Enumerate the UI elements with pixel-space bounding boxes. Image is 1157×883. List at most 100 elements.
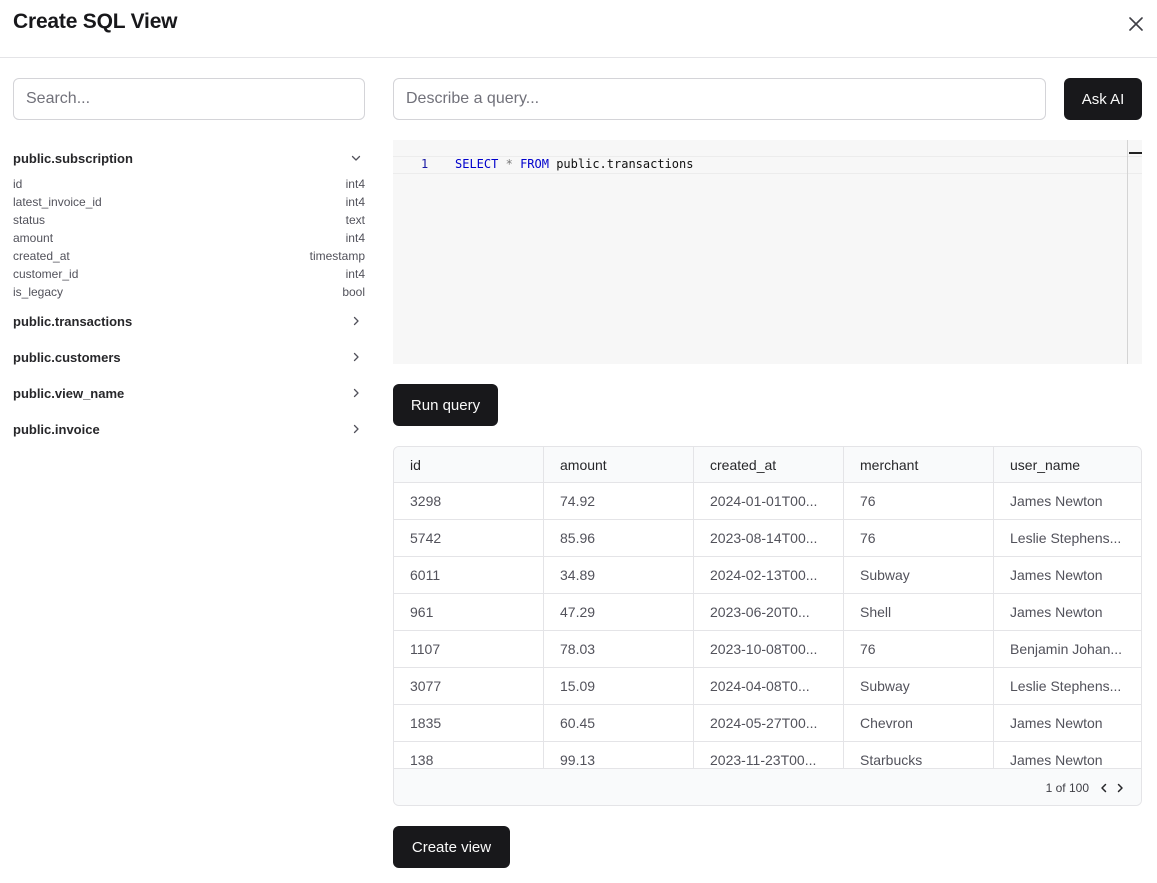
pagination-label: 1 of 100 xyxy=(1045,781,1089,795)
table-cell: Subway xyxy=(844,668,994,704)
schema-column-name: created_at xyxy=(13,249,70,263)
sql-star: * xyxy=(505,157,513,171)
table-cell: 961 xyxy=(394,594,544,630)
dialog-header: Create SQL View xyxy=(0,0,1157,58)
table-row[interactable]: 6011 34.89 2024-02-13T00... Subway James New… xyxy=(394,557,1141,594)
sql-keyword-select: SELECT xyxy=(455,157,499,171)
results-table: id amount created_at merchant user_name 3298 7… xyxy=(393,446,1142,806)
table-cell: 2024-04-08T0... xyxy=(694,668,844,704)
column-header[interactable]: created_at xyxy=(694,447,844,482)
chevron-right-icon xyxy=(349,314,363,328)
column-header[interactable]: merchant xyxy=(844,447,994,482)
sql-editor[interactable]: 1 SELECT * FROM public.transactions xyxy=(393,140,1142,364)
table-row[interactable]: 1107 78.03 2023-10-08T00... 76 Benjamin Joha… xyxy=(394,631,1141,668)
schema-table: public.transactions xyxy=(13,303,365,339)
schema-column-type: bool xyxy=(342,285,365,299)
table-cell: 3298 xyxy=(394,483,544,519)
schema-table-name: public.invoice xyxy=(13,421,100,437)
close-button[interactable] xyxy=(1124,12,1148,36)
table-cell: 60.45 xyxy=(544,705,694,741)
column-header[interactable]: user_name xyxy=(994,447,1141,482)
chevron-right-icon xyxy=(1117,783,1123,793)
results-grid[interactable]: id amount created_at merchant user_name 3298 7… xyxy=(394,447,1141,768)
schema-column: id int4 xyxy=(13,175,365,193)
table-cell: 76 xyxy=(844,631,994,667)
schema-column-type: int4 xyxy=(345,195,365,209)
schema-column-name: amount xyxy=(13,231,54,245)
column-header[interactable]: amount xyxy=(544,447,694,482)
schema-column-name: status xyxy=(13,213,46,227)
line-number: 1 xyxy=(421,157,429,171)
table-cell: 1835 xyxy=(394,705,544,741)
create-view-button[interactable]: Create view xyxy=(393,826,510,868)
table-row[interactable]: 3298 74.92 2024-01-01T00... 76 James Newton xyxy=(394,483,1141,520)
schema-column-name: customer_id xyxy=(13,267,79,281)
ask-ai-button[interactable]: Ask AI xyxy=(1064,78,1142,120)
schema-table: public.view_name xyxy=(13,375,365,411)
table-cell: 99.13 xyxy=(544,742,694,768)
schema-column-type: int4 xyxy=(345,267,365,281)
table-cell: 34.89 xyxy=(544,557,694,593)
schema-column: created_at timestamp xyxy=(13,247,365,265)
table-cell: 2024-02-13T00... xyxy=(694,557,844,593)
table-cell: Starbucks xyxy=(844,742,994,768)
table-cell: 2024-05-27T00... xyxy=(694,705,844,741)
schema-table-name: public.customers xyxy=(13,349,121,365)
sql-keyword-from: FROM xyxy=(520,157,549,171)
describe-query-input[interactable] xyxy=(393,78,1046,120)
editor-scroll-thumb[interactable] xyxy=(1129,152,1142,154)
table-row[interactable]: 3077 15.09 2024-04-08T0... Subway Leslie Ste… xyxy=(394,668,1141,705)
column-header[interactable]: id xyxy=(394,447,544,482)
chevron-down-icon xyxy=(349,151,363,165)
table-cell: 76 xyxy=(844,483,994,519)
table-cell: 2024-01-01T00... xyxy=(694,483,844,519)
schema-column-type: int4 xyxy=(345,231,365,245)
schema-column: status text xyxy=(13,211,365,229)
table-cell: Leslie Stephens... xyxy=(1010,678,1122,694)
table-cell: 2023-11-23T00... xyxy=(694,742,844,768)
table-row[interactable]: 5742 85.96 2023-08-14T00... 76 Leslie Stephe… xyxy=(394,520,1141,557)
schema-column-type: text xyxy=(345,213,365,227)
table-cell: James Newton xyxy=(1010,604,1103,620)
table-cell: James Newton xyxy=(1010,715,1103,731)
table-cell: 2023-08-14T00... xyxy=(694,520,844,556)
table-cell: 2023-10-08T00... xyxy=(694,631,844,667)
table-cell: James Newton xyxy=(1010,567,1103,583)
schema-column: is_legacy bool xyxy=(13,283,365,301)
table-cell: 2023-06-20T0... xyxy=(694,594,844,630)
schema-column: customer_id int4 xyxy=(13,265,365,283)
table-cell: Subway xyxy=(844,557,994,593)
table-cell: 78.03 xyxy=(544,631,694,667)
table-cell: 5742 xyxy=(394,520,544,556)
table-row[interactable]: 1835 60.45 2024-05-27T00... Chevron James Ne… xyxy=(394,705,1141,742)
schema-table-header[interactable]: public.transactions xyxy=(13,303,365,339)
sql-code[interactable]: SELECT * FROM public.transactions xyxy=(455,157,693,171)
schema-table-header[interactable]: public.view_name xyxy=(13,375,365,411)
table-cell: 3077 xyxy=(394,668,544,704)
schema-table-header[interactable]: public.invoice xyxy=(13,411,365,447)
schema-search-input[interactable] xyxy=(13,78,365,120)
schema-table-name: public.subscription xyxy=(13,150,133,166)
schema-table: public.subscription id int4 latest_invoice_… xyxy=(13,140,365,301)
close-icon xyxy=(1129,17,1143,31)
next-page-button[interactable] xyxy=(1113,781,1127,795)
table-cell: Shell xyxy=(844,594,994,630)
table-cell: 1107 xyxy=(394,631,544,667)
table-row[interactable]: 138 99.13 2023-11-23T00... Starbucks James N… xyxy=(394,742,1141,768)
table-cell: 76 xyxy=(844,520,994,556)
prev-page-button[interactable] xyxy=(1097,781,1111,795)
schema-table: public.invoice xyxy=(13,411,365,447)
schema-column-list: id int4 latest_invoice_id int4 status text amo… xyxy=(13,175,365,301)
table-cell: 15.09 xyxy=(544,668,694,704)
pagination-bar: 1 of 100 xyxy=(394,768,1141,805)
sql-table-name: public.transactions xyxy=(556,157,694,171)
editor-scrollbar[interactable] xyxy=(1127,140,1128,364)
schema-table: public.customers xyxy=(13,339,365,375)
run-query-button[interactable]: Run query xyxy=(393,384,498,426)
table-header-row: id amount created_at merchant user_name xyxy=(394,447,1141,483)
table-row[interactable]: 961 47.29 2023-06-20T0... Shell James Newton xyxy=(394,594,1141,631)
schema-column-type: timestamp xyxy=(309,249,365,263)
schema-table-header[interactable]: public.customers xyxy=(13,339,365,375)
table-cell: James Newton xyxy=(1010,752,1103,768)
schema-table-header[interactable]: public.subscription xyxy=(13,140,365,176)
